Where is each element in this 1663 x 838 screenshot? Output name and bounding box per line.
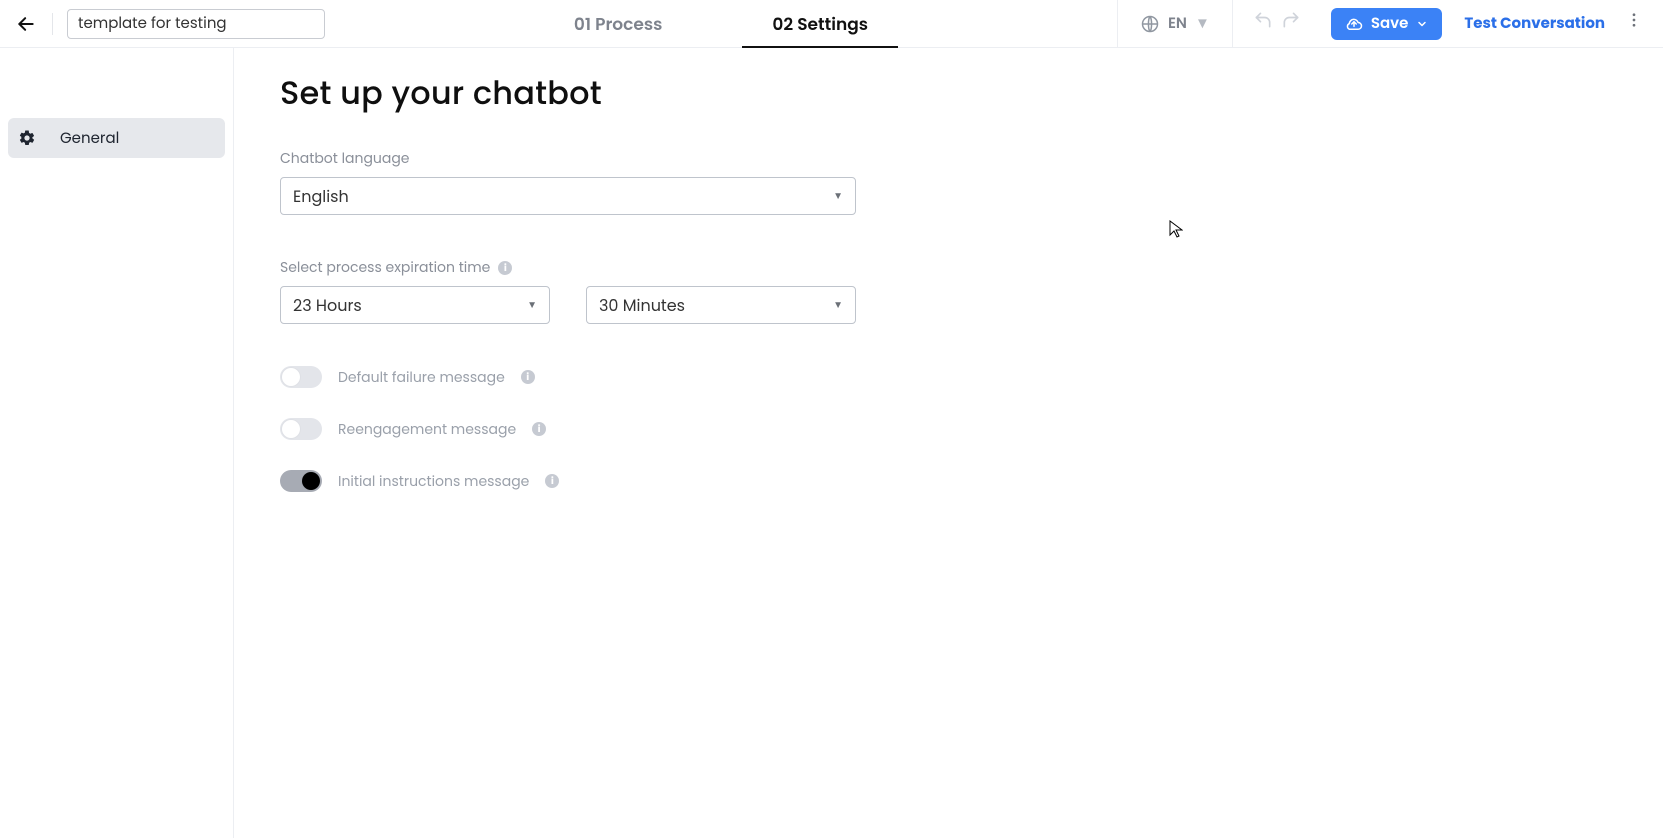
settings-main: Set up your chatbot Chatbot language Eng…: [234, 48, 1663, 838]
row-initial-instructions: Initial instructions message i: [280, 470, 1617, 492]
sidebar-item-label: General: [60, 127, 119, 150]
toggle-knob: [302, 472, 320, 490]
app-header: 01 Process 02 Settings EN ▼ Save Test Co…: [0, 0, 1663, 48]
settings-sidebar: General: [0, 48, 234, 838]
more-menu-button[interactable]: [1615, 11, 1649, 36]
toggle-label: Reengagement message: [338, 419, 516, 440]
row-reengagement: Reengagement message i: [280, 418, 1617, 440]
toggle-knob: [282, 368, 300, 386]
caret-down-icon: ▼: [833, 188, 843, 204]
expiration-hours-select[interactable]: 23 Hours ▼: [280, 286, 550, 324]
undo-icon: [1253, 10, 1273, 30]
language-select[interactable]: English ▼: [280, 177, 856, 215]
toggle-label: Initial instructions message: [338, 471, 529, 492]
gear-icon: [18, 129, 36, 147]
toggle-reengagement[interactable]: [280, 418, 322, 440]
save-button[interactable]: Save: [1331, 8, 1443, 40]
chevron-down-icon: [1416, 18, 1428, 30]
label-text: Select process expiration time: [280, 257, 490, 278]
field-label: Select process expiration time i: [280, 257, 1617, 278]
info-icon[interactable]: i: [498, 261, 512, 275]
toggle-label: Default failure message: [338, 367, 505, 388]
select-value: English: [293, 184, 349, 209]
cloud-upload-icon: [1345, 15, 1363, 33]
globe-icon: [1140, 14, 1160, 34]
arrow-left-icon: [16, 14, 36, 34]
sidebar-item-general[interactable]: General: [8, 118, 225, 158]
toggle-default-failure[interactable]: [280, 366, 322, 388]
cursor-icon: [1169, 220, 1183, 238]
row-default-failure: Default failure message i: [280, 366, 1617, 388]
page-title: Set up your chatbot: [280, 70, 1617, 118]
tab-settings[interactable]: 02 Settings: [772, 0, 868, 47]
expiration-minutes-select[interactable]: 30 Minutes ▼: [586, 286, 856, 324]
toggle-initial-instructions[interactable]: [280, 470, 322, 492]
field-expiration-time: Select process expiration time i 23 Hour…: [280, 257, 1617, 324]
field-chatbot-language: Chatbot language English ▼: [280, 148, 1617, 215]
redo-icon: [1281, 10, 1301, 30]
divider: [52, 13, 53, 35]
undo-button[interactable]: [1253, 10, 1273, 37]
kebab-icon: [1625, 11, 1643, 29]
template-title-input[interactable]: [67, 9, 325, 39]
header-left: [14, 9, 325, 39]
language-label: EN: [1168, 12, 1187, 35]
expiration-selects-row: 23 Hours ▼ 30 Minutes ▼: [280, 286, 1617, 324]
select-value: 30 Minutes: [599, 293, 685, 318]
language-selector[interactable]: EN ▼: [1118, 0, 1232, 47]
chevron-down-icon: ▼: [1195, 12, 1210, 35]
redo-button[interactable]: [1281, 10, 1301, 37]
test-conversation-link[interactable]: Test Conversation: [1454, 12, 1615, 35]
header-right: EN ▼ Save Test Conversation: [1117, 0, 1649, 47]
back-button[interactable]: [14, 12, 38, 36]
save-label: Save: [1371, 12, 1409, 35]
field-label: Chatbot language: [280, 148, 1617, 169]
info-icon[interactable]: i: [532, 422, 546, 436]
undo-redo-group: [1233, 0, 1321, 47]
label-text: Chatbot language: [280, 148, 410, 169]
app-body: General Set up your chatbot Chatbot lang…: [0, 48, 1663, 838]
tab-process[interactable]: 01 Process: [574, 0, 663, 47]
toggle-knob: [282, 420, 300, 438]
header-tabs: 01 Process 02 Settings: [339, 0, 1103, 47]
caret-down-icon: ▼: [833, 297, 843, 313]
select-value: 23 Hours: [293, 293, 362, 318]
info-icon[interactable]: i: [545, 474, 559, 488]
info-icon[interactable]: i: [521, 370, 535, 384]
caret-down-icon: ▼: [527, 297, 537, 313]
